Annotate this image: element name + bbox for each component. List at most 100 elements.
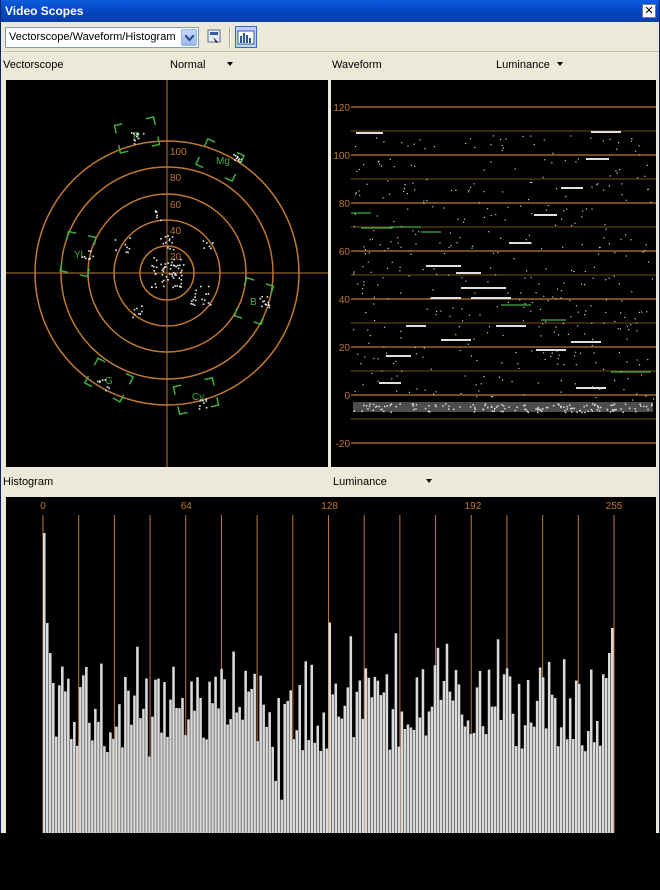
vectorscope-dot [233, 153, 235, 156]
waveform-floor-dot [643, 405, 645, 408]
waveform-dot [533, 144, 535, 146]
waveform-mode-select[interactable]: Luminance [496, 59, 550, 71]
waveform-floor-dot [583, 405, 585, 408]
vectorscope-dot [152, 265, 155, 268]
histogram-bar [241, 719, 244, 833]
waveform-dot [591, 322, 593, 324]
waveform-dot [449, 315, 451, 317]
histogram-bar [361, 718, 365, 833]
waveform-dot [551, 352, 553, 354]
waveform-dot [492, 135, 494, 137]
histogram-mode-dropdown-icon[interactable] [426, 479, 432, 483]
vectorscope-dot [202, 303, 205, 305]
scope-type-select[interactable]: Vectorscope/Waveform/Histogram [5, 27, 199, 48]
vectorscope-dot [211, 242, 214, 244]
waveform-dot [360, 363, 362, 365]
vectorscope-mode-select[interactable]: Normal [170, 59, 205, 71]
waveform-dot [564, 160, 566, 162]
histogram-button[interactable] [235, 26, 257, 48]
waveform-display[interactable]: 120 100 80 60 40 20 0 -20 [331, 80, 656, 467]
vectorscope-mode-dropdown-icon[interactable] [227, 62, 233, 66]
waveform-dot [530, 181, 532, 184]
waveform-mode-dropdown-icon[interactable] [557, 62, 563, 66]
waveform-floor-dot [640, 405, 642, 407]
vectorscope-dot [205, 398, 208, 400]
waveform-dot [488, 326, 491, 328]
waveform-floor-dot [386, 405, 388, 407]
vectorscope-target-label: B [250, 297, 257, 308]
waveform-dot [474, 146, 476, 149]
histogram-bar [583, 751, 587, 833]
waveform-dot [443, 207, 445, 209]
vectorscope-dot [136, 133, 138, 135]
histogram-bar [556, 746, 560, 833]
vectorscope-dot [83, 256, 86, 258]
waveform-floor-dot [552, 405, 555, 407]
vectorscope-dot [85, 257, 87, 260]
waveform-scale-label: 20 [339, 343, 351, 354]
waveform-dot [617, 328, 619, 330]
histogram-mode-select[interactable]: Luminance [333, 476, 387, 488]
histogram-bar [553, 698, 557, 833]
close-button[interactable]: ✕ [642, 4, 656, 18]
title-bar[interactable]: Video Scopes ✕ [1, 0, 659, 22]
video-scopes-window: Video Scopes ✕ Vectorscope/Waveform/Hist… [0, 0, 660, 833]
waveform-dot [363, 281, 365, 283]
waveform-dot [415, 233, 417, 236]
eyedropper-button[interactable] [204, 27, 224, 47]
histogram-bar [514, 746, 518, 833]
waveform-floor-dot [482, 408, 485, 411]
histogram-bar [325, 748, 329, 833]
waveform-dot [596, 184, 598, 186]
waveform-dot [545, 268, 547, 270]
waveform-scale-label: 80 [339, 199, 351, 210]
histogram-bar [109, 732, 112, 833]
waveform-dot [565, 195, 567, 198]
waveform-dot [531, 181, 533, 183]
histogram-bar [415, 677, 419, 833]
waveform-dot [575, 351, 577, 353]
waveform-dot [475, 384, 477, 386]
waveform-dot [406, 193, 409, 195]
vectorscope-dot [133, 132, 135, 135]
vectorscope-dot [261, 305, 263, 308]
waveform-floor-dot [435, 405, 437, 408]
vectorscope-dot [165, 276, 168, 278]
waveform-dot [616, 172, 618, 174]
vectorscope-dot [194, 293, 197, 295]
histogram-display[interactable]: 0 64 128 192 255 [6, 497, 656, 833]
waveform-dot [645, 395, 647, 397]
waveform-dot [625, 255, 627, 257]
vectorscope-dot [201, 298, 203, 301]
vectorscope-label: Vectorscope [3, 59, 64, 71]
waveform-floor-dot [500, 410, 503, 413]
vectorscope-dot [175, 265, 177, 268]
waveform-dot [571, 225, 573, 227]
waveform-dot [505, 138, 507, 140]
histogram-bar [118, 704, 121, 833]
vectorscope-dot [240, 158, 243, 161]
vectorscope-dot [181, 274, 183, 277]
waveform-dot [393, 221, 395, 223]
waveform-floor-dot [429, 410, 431, 413]
waveform-dot [448, 246, 450, 248]
histogram-bar [142, 708, 145, 833]
waveform-floor-dot [411, 403, 414, 405]
waveform-dot [498, 376, 500, 378]
waveform-dot [591, 186, 593, 188]
dropdown-arrow-icon[interactable] [181, 29, 197, 46]
waveform-dot [645, 244, 647, 246]
vectorscope-display[interactable]: 100 80 60 40 20 R Mg B Cy G Yl [6, 80, 328, 467]
waveform-dot [599, 388, 601, 390]
histogram-bar [199, 697, 202, 833]
vectorscope-dot [202, 240, 205, 242]
waveform-dot [368, 252, 370, 254]
waveform-dot [476, 396, 478, 398]
waveform-dot [574, 355, 576, 357]
histogram-bar [172, 666, 175, 833]
waveform-floor-dot [495, 406, 498, 408]
waveform-dot [396, 390, 398, 392]
histogram-bar [541, 677, 545, 833]
waveform-floor-dot [447, 408, 450, 410]
waveform-dot [519, 299, 521, 301]
